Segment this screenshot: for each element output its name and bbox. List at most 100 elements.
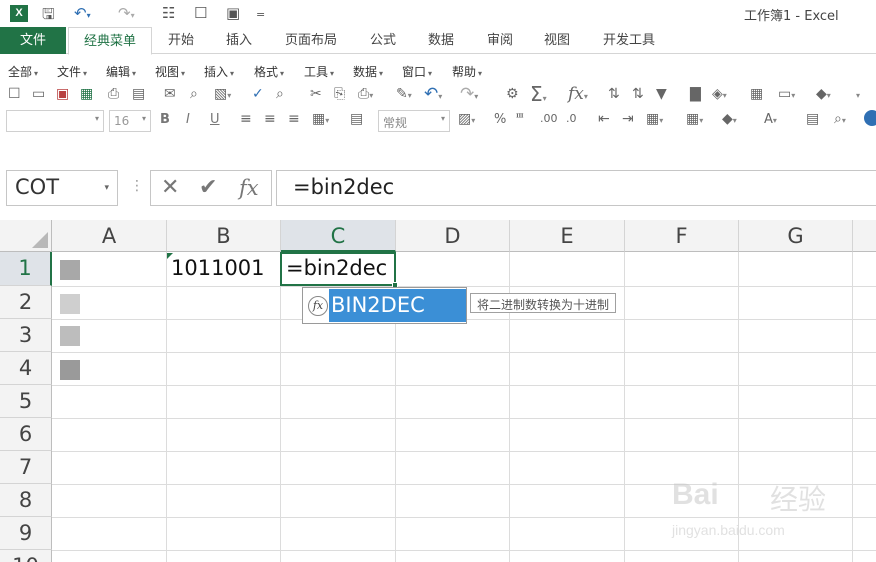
paste-icon[interactable]: ⎙▾ (358, 86, 373, 102)
bold-button[interactable]: B (160, 112, 170, 127)
camera-icon[interactable]: ▣ (226, 4, 240, 22)
print-area-icon[interactable]: ▧▾ (214, 86, 231, 102)
increase-decimal-icon[interactable]: .00 (540, 112, 558, 125)
tab-file[interactable]: 文件 (0, 27, 66, 54)
column-header-D[interactable]: D (396, 220, 510, 252)
save-toolbar-icon[interactable]: ▣ (56, 86, 69, 102)
sort-descending-icon[interactable]: ⇅ (632, 86, 644, 102)
cancel-icon[interactable]: ✕ (161, 175, 179, 200)
row-header-4[interactable]: 4 (0, 352, 52, 385)
undo-toolbar-icon[interactable]: ↶▾ (424, 84, 442, 104)
increase-indent-icon[interactable]: ⇥ (622, 111, 634, 127)
menu-data[interactable]: 数据 ▾ (353, 63, 383, 80)
percent-icon[interactable]: % (494, 112, 506, 127)
undo-icon[interactable]: ↶▾ (74, 4, 91, 22)
print-preview-icon[interactable]: ☐ (194, 4, 207, 22)
column-header-A[interactable]: A (52, 220, 167, 252)
frame-icon[interactable]: ▭▾ (778, 86, 795, 102)
formula-input[interactable]: =bin2dec (276, 170, 876, 206)
help-icon[interactable] (864, 110, 876, 126)
insert-function-icon[interactable]: fx▾ (568, 84, 588, 104)
row-header-3[interactable]: 3 (0, 319, 52, 352)
name-box-dropdown-icon[interactable]: ▾ (104, 183, 109, 193)
chart-icon[interactable]: ▇ (690, 86, 701, 102)
tab-data[interactable]: 数据 (418, 27, 464, 54)
email-icon[interactable]: ✉ (164, 86, 176, 102)
preview-icon[interactable]: ⌕ (190, 86, 198, 102)
column-header-F[interactable]: F (625, 220, 739, 252)
align-left-icon[interactable]: ≡ (240, 111, 252, 127)
align-center-icon[interactable]: ≡ (264, 111, 276, 127)
row-header-2[interactable]: 2 (0, 286, 52, 319)
font-color-icon[interactable]: A▾ (764, 112, 777, 127)
tab-classic-menu[interactable]: 经典菜单 (68, 27, 152, 55)
copy-icon[interactable]: ⎘ (334, 86, 345, 102)
menu-view[interactable]: 视图 ▾ (155, 63, 185, 80)
row-header-10[interactable]: 10 (0, 550, 52, 562)
form-icon[interactable]: ☷ (162, 4, 175, 22)
insert-function-button[interactable]: fx (239, 176, 259, 200)
tab-developer[interactable]: 开发工具 (594, 27, 664, 54)
tab-home[interactable]: 开始 (158, 27, 204, 54)
column-header-E[interactable]: E (510, 220, 625, 252)
currency-icon[interactable]: ▨▾ (458, 111, 475, 127)
cell-C1-editor[interactable]: =bin2dec (286, 256, 387, 280)
menu-window[interactable]: 窗口 ▾ (402, 63, 432, 80)
column-header-G[interactable]: G (739, 220, 853, 252)
number-format-box[interactable]: 常规 ▾ (378, 110, 450, 132)
select-all-button[interactable] (0, 220, 52, 252)
menu-insert[interactable]: 插入 ▾ (204, 63, 234, 80)
tab-insert[interactable]: 插入 (216, 27, 262, 54)
open-icon[interactable]: ▭ (32, 86, 45, 102)
comma-style-icon[interactable]: ⱎ (516, 111, 524, 127)
customize-qat-icon[interactable]: = (256, 8, 265, 21)
menu-edit[interactable]: 编辑 ▾ (106, 63, 136, 80)
active-cell-C1[interactable]: =bin2dec (280, 252, 398, 288)
cell-style-icon[interactable]: ▦▾ (646, 111, 663, 127)
column-header-H[interactable] (853, 220, 876, 252)
tab-view[interactable]: 视图 (534, 27, 580, 54)
hyperlink-icon[interactable]: ⚙ (506, 86, 519, 102)
save-icon[interactable]: 🖫 (42, 4, 55, 29)
row-header-1[interactable]: 1 (0, 252, 52, 286)
borders-icon[interactable]: ▦▾ (686, 111, 703, 127)
underline-button[interactable]: U (210, 112, 220, 127)
tab-review[interactable]: 审阅 (477, 27, 523, 54)
name-box[interactable]: COT ▾ (6, 170, 118, 206)
cell-B1[interactable]: 1011001 (171, 256, 265, 280)
merge-center-icon[interactable]: ▦▾ (312, 111, 329, 127)
drawing-icon[interactable]: ◈▾ (712, 86, 727, 102)
excel-toolbar-icon[interactable]: ▦ (80, 86, 93, 102)
menu-help[interactable]: 帮助 ▾ (452, 63, 482, 80)
redo-icon[interactable]: ↷▾ (118, 4, 135, 22)
new-icon[interactable]: ☐ (8, 86, 21, 102)
permission-icon[interactable]: ▤ (132, 86, 145, 102)
row-header-9[interactable]: 9 (0, 517, 52, 550)
menu-all[interactable]: 全部 ▾ (8, 63, 38, 80)
menu-file[interactable]: 文件 ▾ (57, 63, 87, 80)
redo-toolbar-icon[interactable]: ↷▾ (460, 84, 478, 104)
decrease-indent-icon[interactable]: ⇤ (598, 111, 610, 127)
find-icon[interactable]: ⌕▾ (834, 111, 846, 127)
row-header-6[interactable]: 6 (0, 418, 52, 451)
row-header-8[interactable]: 8 (0, 484, 52, 517)
tab-formulas[interactable]: 公式 (360, 27, 406, 54)
enter-icon[interactable]: ✔ (199, 175, 217, 200)
row-header-7[interactable]: 7 (0, 451, 52, 484)
tab-page-layout[interactable]: 页面布局 (278, 27, 344, 54)
align-right-icon[interactable]: ≡ (288, 111, 300, 127)
fill-color-icon[interactable]: ◆▾ (722, 111, 737, 127)
spell-check-icon[interactable]: ✓ (252, 86, 264, 102)
format-painter-icon[interactable]: ✎▾ (396, 86, 412, 102)
autosum-icon[interactable]: Σ▾ (530, 82, 547, 106)
shape-icon[interactable]: ◆▾ (816, 86, 831, 102)
menu-format[interactable]: 格式 ▾ (254, 63, 284, 80)
font-size-dropdown-icon[interactable]: ▾ (142, 114, 146, 123)
font-size-box[interactable]: 16 ▾ (109, 110, 151, 132)
sort-ascending-icon[interactable]: ⇅ (608, 86, 620, 102)
column-header-C[interactable]: C (281, 220, 396, 252)
filter-icon[interactable]: ▼ (656, 86, 667, 102)
clipboard-icon[interactable]: ▤ (806, 111, 819, 127)
row-header-5[interactable]: 5 (0, 385, 52, 418)
research-icon[interactable]: ⌕ (276, 86, 284, 102)
